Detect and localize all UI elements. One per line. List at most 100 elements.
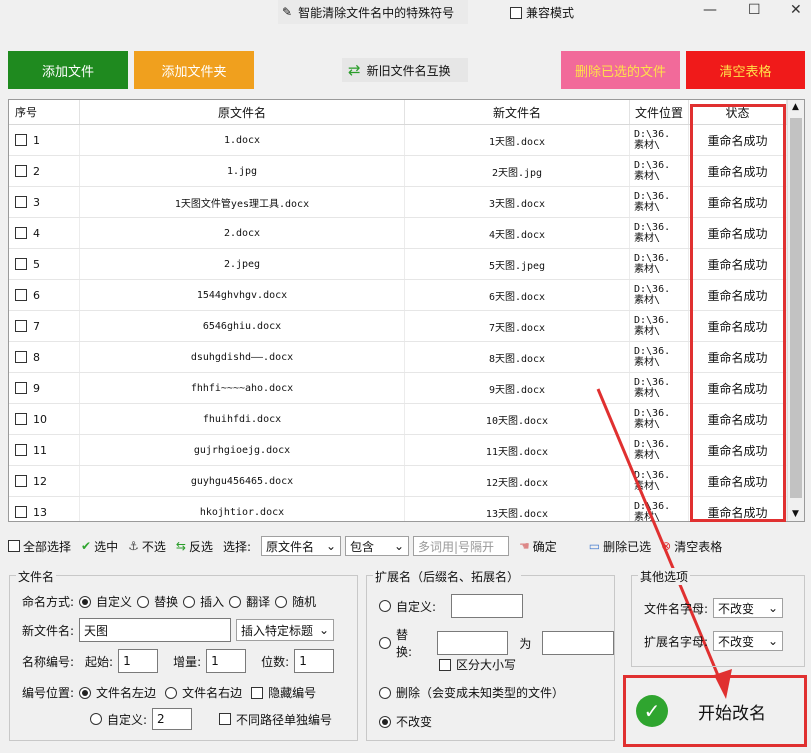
start-rename-button[interactable]: ✓ 开始改名 <box>623 675 807 747</box>
table-scrollbar[interactable]: ▲ ▼ <box>787 100 804 521</box>
method-replace-radio[interactable] <box>137 595 150 608</box>
location-line-2: 素材\ <box>634 295 661 306</box>
row-checkbox[interactable] <box>15 227 27 239</box>
table-row[interactable]: 6 1544ghvhgv.docx 6天图.docx D:\36. 素材\ 重命名成功 <box>9 280 804 311</box>
row-checkbox[interactable] <box>15 258 27 270</box>
name-case-select[interactable]: 不改变 ⌄ <box>713 598 784 618</box>
row-index-cell[interactable]: 5 <box>9 249 80 279</box>
pos-right-radio[interactable] <box>165 686 178 699</box>
row-index-cell[interactable]: 4 <box>9 218 80 248</box>
start-label: 起始: <box>85 654 114 669</box>
compat-checkbox-box[interactable] <box>510 6 522 19</box>
delete-selected-files-button[interactable]: 删除已选的文件 <box>561 51 680 89</box>
ext-custom-row: 自定义: <box>379 594 524 618</box>
custom-position-input[interactable]: 2 <box>152 708 193 730</box>
start-input[interactable]: 1 <box>118 649 159 673</box>
ext-custom-input[interactable] <box>451 594 524 618</box>
minimize-icon[interactable]: — <box>703 2 717 18</box>
table-row[interactable]: 1 1.docx 1天图.docx D:\36. 素材\ 重命名成功 <box>9 125 804 156</box>
scroll-down-icon[interactable]: ▼ <box>792 509 799 519</box>
row-checkbox[interactable] <box>15 506 27 518</box>
row-checkbox[interactable] <box>15 351 27 363</box>
table-row[interactable]: 3 1天图文件管yes理工具.docx 3天图.docx D:\36. 素材\ 重命名成功 <box>9 187 804 218</box>
confirm-button[interactable]: ☚ 确定 <box>519 538 557 555</box>
ext-keep-radio[interactable] <box>379 715 391 728</box>
row-checkbox[interactable] <box>15 196 27 208</box>
row-index-cell[interactable]: 11 <box>9 435 80 465</box>
method-custom-radio[interactable] <box>79 595 92 608</box>
table-row[interactable]: 5 2.jpeg 5天图.jpeg D:\36. 素材\ 重命名成功 <box>9 249 804 280</box>
method-random-radio[interactable] <box>275 595 288 608</box>
close-icon[interactable]: ✕ <box>790 2 802 18</box>
row-index: 5 <box>33 257 40 271</box>
scroll-up-icon[interactable]: ▲ <box>792 102 799 112</box>
row-index-cell[interactable]: 1 <box>9 125 80 155</box>
new-name-input[interactable]: 天图 <box>79 618 232 642</box>
row-index-cell[interactable]: 13 <box>9 497 80 521</box>
keyword-input[interactable]: 多词用|号隔开 <box>413 536 509 556</box>
row-checkbox[interactable] <box>15 382 27 394</box>
field-select[interactable]: 原文件名 ⌄ <box>261 536 341 556</box>
ext-replace-from-input[interactable] <box>436 631 509 655</box>
choose-label: 选择: <box>222 539 251 554</box>
location-line-1: D:\36. <box>634 129 671 140</box>
row-checkbox[interactable] <box>15 444 27 456</box>
select-button[interactable]: ✔ 选中 <box>81 538 118 555</box>
table-row[interactable]: 2 1.jpg 2天图.jpg D:\36. 素材\ 重命名成功 <box>9 156 804 187</box>
row-checkbox[interactable] <box>15 165 27 177</box>
row-index-cell[interactable]: 12 <box>9 466 80 496</box>
hide-number-checkbox[interactable] <box>251 686 264 699</box>
row-index-cell[interactable]: 7 <box>9 311 80 341</box>
header-original-name[interactable]: 原文件名 <box>80 100 405 124</box>
header-index[interactable]: 序号 <box>9 100 80 124</box>
deselect-button[interactable]: ⚓ 不选 <box>128 538 166 555</box>
add-folder-button[interactable]: 添加文件夹 <box>134 51 254 89</box>
compat-mode-checkbox[interactable]: 兼容模式 <box>510 4 574 21</box>
pos-left-radio[interactable] <box>79 686 92 699</box>
row-index-cell[interactable]: 6 <box>9 280 80 310</box>
table-row[interactable]: 4 2.docx 4天图.docx D:\36. 素材\ 重命名成功 <box>9 218 804 249</box>
row-checkbox[interactable] <box>15 320 27 332</box>
add-file-button[interactable]: 添加文件 <box>8 51 128 89</box>
select-all-checkbox[interactable]: 全部选择 <box>8 538 71 555</box>
ext-custom-label: 自定义: <box>396 599 437 614</box>
ext-letter-select[interactable]: 不改变 ⌄ <box>713 631 784 651</box>
maximize-icon[interactable]: ☐ <box>748 2 761 18</box>
table-row[interactable]: 8 dsuhgdishd——.docx 8天图.docx D:\36. 素材\ 重命名成功 <box>9 342 804 373</box>
row-index-cell[interactable]: 8 <box>9 342 80 372</box>
row-checkbox[interactable] <box>15 289 27 301</box>
row-index-cell[interactable]: 9 <box>9 373 80 403</box>
swap-names-button[interactable]: ⇄ 新旧文件名互换 <box>342 58 468 82</box>
original-name-cell: 6546ghiu.docx <box>80 311 405 341</box>
scroll-thumb[interactable] <box>790 118 802 498</box>
increment-input[interactable]: 1 <box>206 649 247 673</box>
row-checkbox[interactable] <box>15 134 27 146</box>
invert-button[interactable]: ⇆ 反选 <box>176 538 213 555</box>
original-name-cell: 2.jpeg <box>80 249 405 279</box>
row-index-cell[interactable]: 10 <box>9 404 80 434</box>
row-checkbox[interactable] <box>15 475 27 487</box>
delete-selected-button[interactable]: ▭ 删除已选 <box>589 538 651 555</box>
ext-replace-radio[interactable] <box>379 637 391 649</box>
new-name-cell: 6天图.docx <box>405 280 630 310</box>
ext-case-checkbox[interactable] <box>439 658 451 671</box>
method-translate-radio[interactable] <box>229 595 242 608</box>
header-location[interactable]: 文件位置 <box>630 100 689 124</box>
clear-table-small-button[interactable]: ⊗ 清空表格 <box>661 538 722 555</box>
header-new-name[interactable]: 新文件名 <box>405 100 630 124</box>
clear-table-button[interactable]: 清空表格 <box>686 51 805 89</box>
method-insert-radio[interactable] <box>183 595 196 608</box>
mode-select[interactable]: 包含 ⌄ <box>345 536 409 556</box>
pos-custom-radio[interactable] <box>90 713 102 725</box>
digits-input[interactable]: 1 <box>294 649 335 673</box>
insert-title-select[interactable]: 插入特定标题 ⌄ <box>236 619 335 641</box>
separate-numbering-checkbox[interactable] <box>219 713 232 725</box>
ext-replace-to-input[interactable] <box>542 631 614 655</box>
ext-delete-radio[interactable] <box>379 686 391 699</box>
other-options-group: 其他选项 文件名字母: 不改变 ⌄ 扩展名字母: 不改变 ⌄ <box>631 568 805 667</box>
row-checkbox[interactable] <box>15 413 27 425</box>
row-index-cell[interactable]: 2 <box>9 156 80 186</box>
ext-custom-radio[interactable] <box>379 600 391 612</box>
table-row[interactable]: 7 6546ghiu.docx 7天图.docx D:\36. 素材\ 重命名成功 <box>9 311 804 342</box>
row-index-cell[interactable]: 3 <box>9 187 80 217</box>
